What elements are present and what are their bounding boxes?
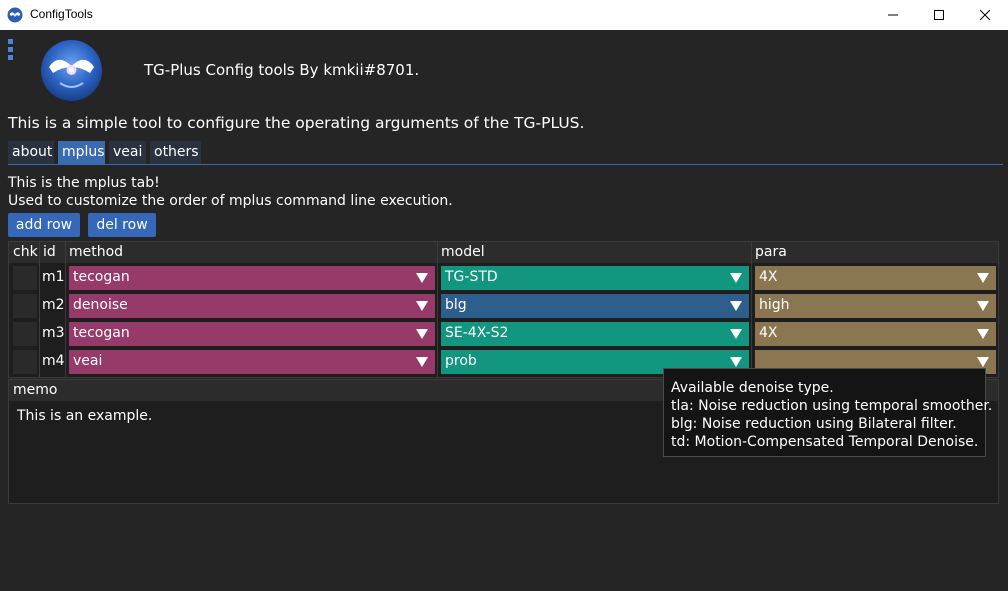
- para-combo[interactable]: 4X: [755, 266, 996, 290]
- method-value: denoise: [73, 297, 128, 313]
- model-value: prob: [445, 353, 477, 369]
- model-value: blg: [445, 297, 467, 313]
- tab-description-line2: Used to customize the order of mplus com…: [8, 193, 453, 209]
- tooltip-line: tla: Noise reduction using temporal smoo…: [671, 398, 993, 414]
- dropdown-arrow-icon[interactable]: [970, 266, 996, 290]
- title-bar: ConfigTools: [0, 0, 1008, 30]
- row-id: m3: [42, 325, 65, 341]
- model-combo[interactable]: SE-4X-S2: [441, 322, 749, 346]
- drag-grip-icon[interactable]: [8, 39, 14, 63]
- dropdown-arrow-icon[interactable]: [723, 322, 749, 346]
- method-combo[interactable]: tecogan: [69, 266, 435, 290]
- column-header-chk: chk: [13, 244, 38, 260]
- dropdown-arrow-icon[interactable]: [409, 322, 435, 346]
- row-checkbox[interactable]: [13, 322, 37, 346]
- tooltip-line: Available denoise type.: [671, 380, 834, 396]
- tooltip-line: td: Motion-Compensated Temporal Denoise.: [671, 434, 979, 450]
- column-header-method: method: [69, 244, 124, 260]
- tab-veai[interactable]: veai: [109, 141, 146, 164]
- table-row: m1 tecogan TG-STD 4X: [9, 264, 998, 292]
- method-combo[interactable]: tecogan: [69, 322, 435, 346]
- row-checkbox[interactable]: [13, 350, 37, 374]
- denoise-tooltip: Available denoise type. tla: Noise reduc…: [663, 368, 993, 457]
- column-header-id: id: [43, 244, 56, 260]
- para-value: 4X: [759, 325, 778, 341]
- tab-others[interactable]: others: [150, 141, 201, 164]
- method-combo[interactable]: veai: [69, 350, 435, 374]
- para-value: high: [759, 297, 790, 313]
- dropdown-arrow-icon[interactable]: [723, 266, 749, 290]
- minimize-button[interactable]: [870, 0, 916, 30]
- para-combo[interactable]: high: [755, 294, 996, 318]
- memo-textarea[interactable]: This is an example.: [17, 408, 152, 424]
- table-row: m3 tecogan SE-4X-S2 4X: [9, 320, 998, 348]
- tab-about[interactable]: about: [8, 141, 54, 164]
- row-id: m1: [42, 269, 65, 285]
- method-value: tecogan: [73, 325, 130, 341]
- client-area: TG-Plus Config tools By kmkii#8701. This…: [0, 30, 1008, 591]
- row-checkbox[interactable]: [13, 294, 37, 318]
- method-value: tecogan: [73, 269, 130, 285]
- dropdown-arrow-icon[interactable]: [723, 294, 749, 318]
- add-row-button[interactable]: add row: [8, 213, 80, 237]
- model-value: SE-4X-S2: [445, 325, 509, 341]
- dropdown-arrow-icon[interactable]: [970, 294, 996, 318]
- minimize-icon: [888, 10, 898, 20]
- maximize-icon: [934, 10, 944, 20]
- intro-text: This is a simple tool to configure the o…: [8, 114, 585, 132]
- app-icon: [7, 7, 23, 23]
- header-title: TG-Plus Config tools By kmkii#8701.: [144, 61, 420, 79]
- tab-description-line1: This is the mplus tab!: [8, 175, 160, 191]
- row-id: m4: [42, 353, 65, 369]
- method-combo[interactable]: denoise: [69, 294, 435, 318]
- para-combo[interactable]: 4X: [755, 322, 996, 346]
- column-header-model: model: [441, 244, 485, 260]
- row-id: m2: [42, 297, 65, 313]
- para-value: 4X: [759, 269, 778, 285]
- command-table: chk id method model para m1 tecogan TG-S…: [8, 241, 999, 378]
- tab-underline: [8, 164, 1003, 165]
- model-combo[interactable]: blg: [441, 294, 749, 318]
- close-button[interactable]: [962, 0, 1008, 30]
- window-title: ConfigTools: [30, 7, 93, 21]
- model-combo[interactable]: TG-STD: [441, 266, 749, 290]
- dropdown-arrow-icon[interactable]: [409, 266, 435, 290]
- del-row-button[interactable]: del row: [88, 213, 156, 237]
- column-header-para: para: [755, 244, 787, 260]
- method-value: veai: [73, 353, 103, 369]
- tab-mplus[interactable]: mplus: [58, 141, 105, 164]
- app-logo: [40, 39, 103, 102]
- table-row: m2 denoise blg high: [9, 292, 998, 320]
- dropdown-arrow-icon[interactable]: [409, 294, 435, 318]
- close-icon: [980, 10, 990, 20]
- tooltip-line: blg: Noise reduction using Bilateral fil…: [671, 416, 957, 432]
- dropdown-arrow-icon[interactable]: [970, 322, 996, 346]
- model-value: TG-STD: [445, 269, 498, 285]
- dropdown-arrow-icon[interactable]: [409, 350, 435, 374]
- table-header-row: [9, 242, 998, 263]
- row-checkbox[interactable]: [13, 266, 37, 290]
- maximize-button[interactable]: [916, 0, 962, 30]
- memo-label: memo: [13, 382, 58, 398]
